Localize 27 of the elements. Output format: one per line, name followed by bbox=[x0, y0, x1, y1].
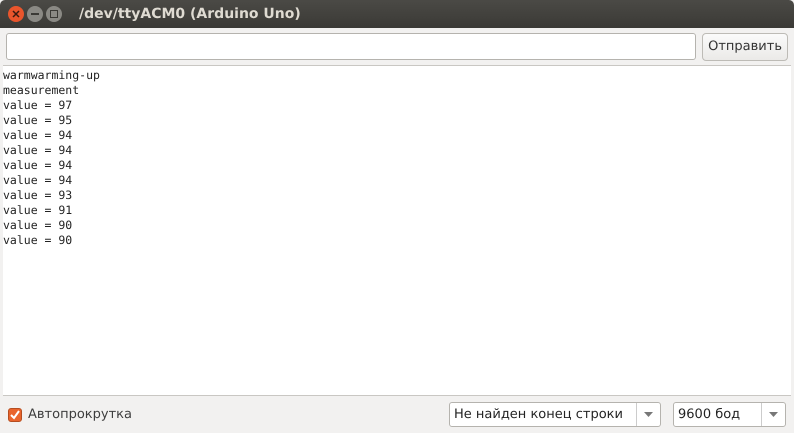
output-line: value = 93 bbox=[3, 188, 74, 203]
baud-rate-dropdown[interactable]: 9600 бод bbox=[673, 402, 786, 427]
window-title: /dev/ttyACM0 (Arduino Uno) bbox=[79, 4, 301, 24]
output-line: value = 94 bbox=[3, 143, 74, 158]
maximize-icon bbox=[50, 10, 58, 18]
minimize-icon bbox=[31, 13, 39, 15]
caret-icon bbox=[769, 412, 778, 417]
output-line: value = 95 bbox=[3, 113, 74, 128]
send-button[interactable]: Отправить bbox=[702, 32, 788, 60]
maximize-button[interactable] bbox=[46, 6, 62, 22]
output-line: value = 94 bbox=[3, 128, 74, 143]
output-line: value = 94 bbox=[3, 158, 74, 173]
output-line: warmwarming-up bbox=[3, 68, 101, 83]
output-line: value = 94 bbox=[3, 173, 74, 188]
message-field[interactable] bbox=[6, 33, 696, 60]
close-button[interactable] bbox=[8, 6, 24, 22]
line-ending-dropdown[interactable]: Не найден конец строки bbox=[449, 402, 661, 427]
output-line: value = 90 bbox=[3, 233, 74, 248]
minimize-button[interactable] bbox=[27, 6, 43, 22]
output-line: value = 90 bbox=[3, 218, 74, 233]
close-icon bbox=[12, 10, 20, 18]
caret-icon bbox=[644, 412, 653, 417]
autoscroll-checkbox[interactable] bbox=[8, 408, 22, 422]
output-line: measurement bbox=[3, 83, 80, 98]
output-line: value = 97 bbox=[3, 98, 74, 113]
autoscroll-label: Автопрокрутка bbox=[28, 406, 132, 424]
output-line: value = 91 bbox=[3, 203, 74, 218]
